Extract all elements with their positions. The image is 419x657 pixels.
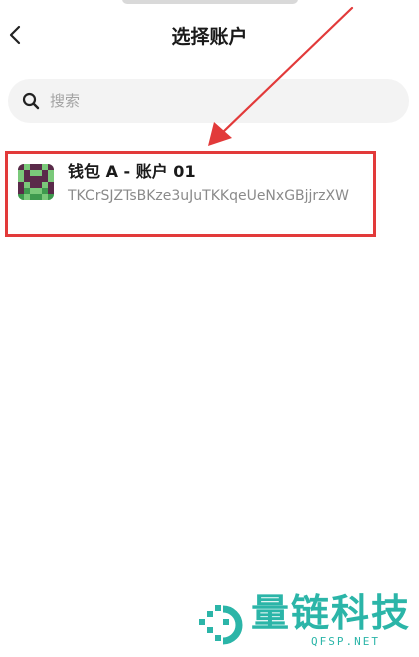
page-title: 选择账户 [171, 26, 248, 48]
identicon-avatar [18, 164, 54, 200]
header: 选择账户 [0, 0, 419, 74]
watermark: 量链科技 QFSP.NET [193, 591, 411, 653]
search-icon [22, 92, 40, 110]
account-name: 钱包 A - 账户 01 [68, 162, 196, 181]
search-input[interactable] [48, 91, 372, 111]
account-address: TKCrSJZTsBKze3uJuTKKqeUeNxGBjjrzXW [68, 188, 349, 204]
account-select-screen: 选择账户 搜索 钱包 A - 账户 01 TKCrSJZTsBKze3uJuTK… [0, 0, 419, 657]
account-list-item[interactable]: 钱包 A - 账户 01 TKCrSJZTsBKze3uJuTKKqeUeNxG… [5, 151, 376, 237]
watermark-text: 量链科技 [251, 591, 412, 635]
watermark-logo-icon [199, 605, 243, 645]
search-bar[interactable] [8, 79, 409, 123]
watermark-subtext: QFSP.NET [311, 635, 380, 648]
